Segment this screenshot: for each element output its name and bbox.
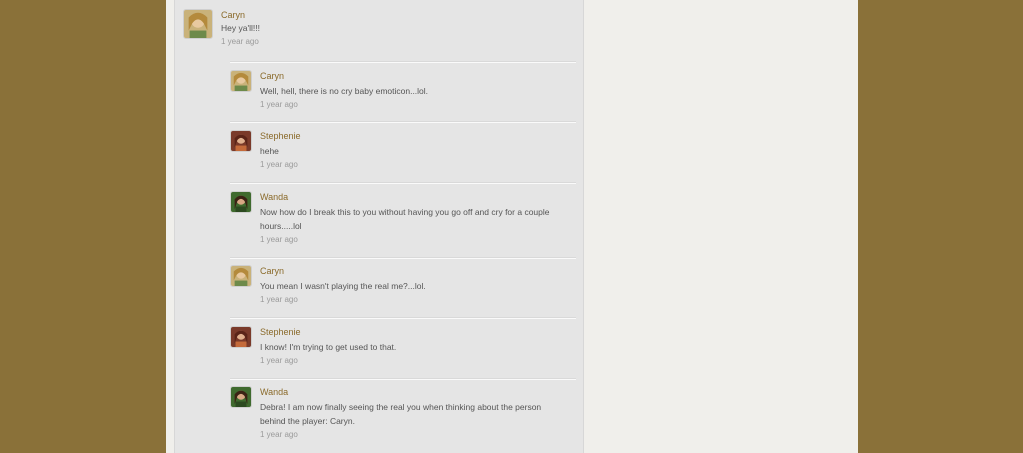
divider — [230, 378, 576, 380]
divider — [230, 317, 576, 319]
reply-author-link[interactable]: Stephenie — [260, 326, 565, 338]
caryn-avatar[interactable] — [230, 265, 252, 287]
reply-author-link[interactable]: Wanda — [260, 386, 565, 398]
caryn-avatar[interactable] — [230, 70, 252, 92]
reply-timestamp: 1 year ago — [260, 295, 298, 304]
divider — [230, 121, 576, 123]
reply-text: Debra! I am now finally seeing the real … — [260, 402, 542, 426]
caryn-avatar[interactable] — [183, 9, 213, 39]
reply-text: I know! I'm trying to get used to that. — [260, 342, 397, 352]
reply-author-link[interactable]: Wanda — [260, 191, 565, 203]
comment-text: Hey ya'll!!! — [221, 23, 260, 33]
reply-timestamp: 1 year ago — [260, 100, 298, 109]
comment-timestamp: 1 year ago — [221, 37, 259, 46]
reply-timestamp: 1 year ago — [260, 430, 298, 439]
comment-thread: Caryn Hey ya'll!!! 1 year ago Caryn Well… — [174, 0, 584, 453]
page-content: Caryn Hey ya'll!!! 1 year ago Caryn Well… — [166, 0, 858, 453]
wanda-avatar[interactable] — [230, 191, 252, 213]
reply-timestamp: 1 year ago — [260, 356, 298, 365]
stephenie-avatar[interactable] — [230, 130, 252, 152]
divider — [230, 182, 576, 184]
divider — [230, 61, 576, 63]
reply-text: Well, hell, there is no cry baby emotico… — [260, 86, 429, 96]
divider — [230, 257, 576, 259]
reply-author-link[interactable]: Caryn — [260, 265, 565, 277]
reply-timestamp: 1 year ago — [260, 160, 298, 169]
reply-text: hehe — [260, 146, 279, 156]
wanda-avatar[interactable] — [230, 386, 252, 408]
reply-author-link[interactable]: Caryn — [260, 70, 565, 82]
stephenie-avatar[interactable] — [230, 326, 252, 348]
reply-author-link[interactable]: Stephenie — [260, 130, 565, 142]
reply-text: You mean I wasn't playing the real me?..… — [260, 281, 426, 291]
comment-author-link[interactable]: Caryn — [221, 9, 561, 21]
reply-timestamp: 1 year ago — [260, 235, 298, 244]
reply-text: Now how do I break this to you without h… — [260, 207, 550, 231]
